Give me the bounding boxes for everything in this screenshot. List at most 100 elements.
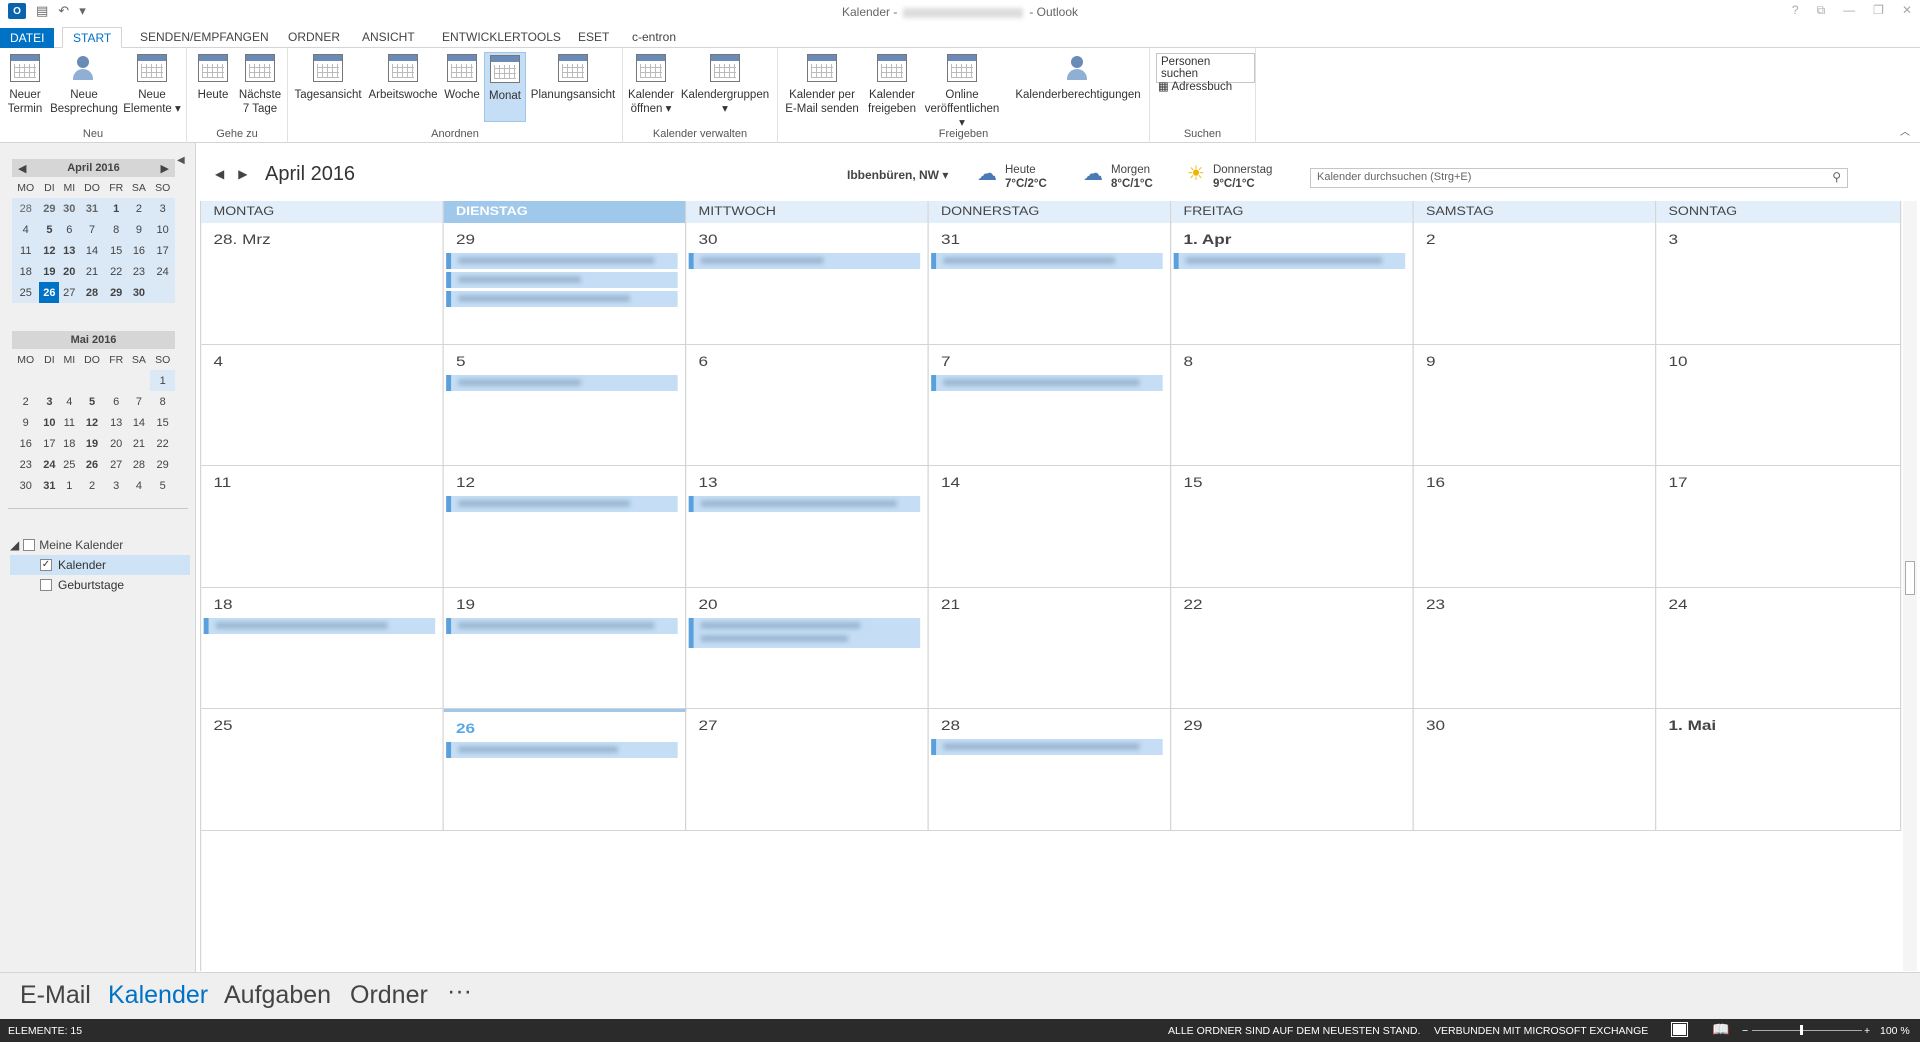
schedule-view-button[interactable]: Planungsansicht [528,54,618,102]
calendar-item-geburtstage[interactable]: Geburtstage [10,575,190,595]
minical-day[interactable]: 31 [79,198,105,219]
day-cell[interactable]: 6 [686,344,929,467]
ribbon-display-icon[interactable]: ⧉ [1817,3,1826,18]
day-cell[interactable]: 10 [1656,344,1902,467]
minical-day[interactable]: 25 [59,454,79,475]
day-cell[interactable]: 30 [686,223,929,345]
minical-day[interactable]: 26 [39,282,60,303]
day-cell[interactable]: 28. Mrz [201,223,444,345]
minical-day[interactable]: 18 [12,261,40,282]
minical-day[interactable]: 28 [128,454,151,475]
day-cell[interactable]: 15 [1171,466,1414,588]
minical-day[interactable]: 12 [39,240,60,261]
calendar-groups-button[interactable]: Kalendergruppen ▾ [677,54,773,116]
work-week-button[interactable]: Arbeitswoche [366,54,440,102]
tab-senden-empfangen[interactable]: SENDEN/EMPFANGEN [130,27,279,48]
minical-day[interactable]: 5 [39,219,60,240]
day-cell[interactable]: 25 [201,709,444,831]
minimize-icon[interactable]: — [1843,3,1855,18]
new-items-button[interactable]: Neue Elemente ▾ [122,54,182,116]
calendar-event[interactable] [931,739,1163,756]
day-cell[interactable]: 17 [1656,466,1902,588]
minical-day[interactable]: 19 [79,433,105,454]
close-icon[interactable]: ✕ [1902,3,1912,18]
minical-day[interactable]: 12 [79,412,105,433]
next-month-arrow-icon[interactable]: ▶ [238,167,247,181]
minical-day[interactable]: 4 [59,391,79,412]
group-checkbox[interactable] [23,539,36,551]
minical-day[interactable]: 2 [127,198,151,219]
day-cell[interactable]: 21 [928,587,1172,710]
minical-day[interactable]: 14 [79,240,105,261]
minical-day[interactable]: 29 [39,198,60,219]
nav-email[interactable]: E-Mail [20,981,91,1010]
minical-day[interactable]: 21 [79,261,105,282]
minical-day[interactable]: 18 [59,433,79,454]
day-cell[interactable]: 1. Mai [1656,709,1902,831]
share-calendar-button[interactable]: Kalender freigeben [864,54,920,116]
collapse-pane-icon[interactable]: ◀ [177,155,185,166]
minical-day[interactable]: 1 [104,198,128,219]
day-cell[interactable]: 3 [1656,223,1902,345]
vertical-scrollbar[interactable] [1903,201,1917,971]
minical-day[interactable]: 3 [105,475,128,496]
calendar-event[interactable] [446,272,678,288]
minical-day[interactable]: 1 [59,475,79,496]
new-meeting-button[interactable]: Neue Besprechung [48,54,120,116]
minical-day[interactable]: 2 [12,391,39,412]
calendar-event[interactable] [446,374,678,391]
minical-day[interactable]: 20 [105,433,128,454]
calendar-event[interactable] [688,617,921,648]
calendar-search-input[interactable]: Kalender durchsuchen (Strg+E) ⚲ [1310,168,1848,188]
day-cell[interactable]: 24 [1656,587,1902,710]
day-cell[interactable]: 31 [928,223,1172,345]
minical-day[interactable]: 30 [59,198,80,219]
minical-day[interactable]: 15 [150,412,175,433]
day-cell[interactable]: 30 [1413,709,1657,831]
day-cell[interactable]: 1. Apr [1171,223,1414,345]
minical-day[interactable]: 13 [105,412,128,433]
minical-day[interactable]: 28 [79,282,105,303]
day-cell[interactable]: 28 [928,709,1172,831]
day-cell[interactable]: 4 [201,344,444,467]
nav-aufgaben[interactable]: Aufgaben [224,981,331,1010]
minical-day[interactable]: 4 [128,475,151,496]
reading-view-icon[interactable]: 📖 [1712,1021,1729,1038]
tab-entwicklertools[interactable]: ENTWICKLERTOOLS [432,27,571,48]
minical-day[interactable]: 21 [128,433,151,454]
minical-day[interactable]: 6 [105,391,128,412]
calendar-event[interactable] [688,253,921,269]
tab-c-entron[interactable]: c-entron [622,27,686,48]
maximize-icon[interactable]: ❐ [1873,3,1884,18]
calendar-event[interactable] [446,253,678,269]
minical-day[interactable]: 31 [39,475,59,496]
minical-day[interactable]: 17 [39,433,59,454]
minical-day[interactable]: 10 [39,412,59,433]
day-cell[interactable]: 14 [928,466,1172,588]
minical-day[interactable]: 13 [59,240,80,261]
day-cell[interactable]: 11 [201,466,444,588]
zoom-slider-knob[interactable] [1800,1025,1803,1035]
day-cell[interactable]: 8 [1171,344,1414,467]
nav-ordner[interactable]: Ordner [350,981,428,1010]
next-month-icon[interactable]: ▶ [161,162,169,175]
minical-day[interactable]: 9 [12,412,39,433]
calendar-item-kalender[interactable]: ✓ Kalender [10,555,190,575]
day-cell[interactable]: 29 [1171,709,1414,831]
week-button[interactable]: Woche [442,54,482,102]
kalender-checkbox[interactable]: ✓ [40,559,52,571]
prev-month-icon[interactable]: ◀ [18,162,26,175]
minical-day[interactable]: 22 [150,433,175,454]
calendar-event[interactable] [203,617,436,634]
minical-day[interactable]: 5 [150,475,175,496]
calendar-event[interactable] [931,374,1163,391]
nav-more-icon[interactable]: ··· [447,977,472,1006]
day-cell[interactable]: 12 [443,466,687,588]
nav-kalender[interactable]: Kalender [108,981,208,1010]
zoom-out-icon[interactable]: − [1742,1025,1748,1037]
minical-day[interactable]: 11 [12,240,40,261]
geburtstage-checkbox[interactable] [40,579,52,591]
day-cell[interactable]: 18 [201,587,444,710]
day-cell[interactable]: 27 [686,709,929,831]
day-cell[interactable]: 9 [1413,344,1657,467]
